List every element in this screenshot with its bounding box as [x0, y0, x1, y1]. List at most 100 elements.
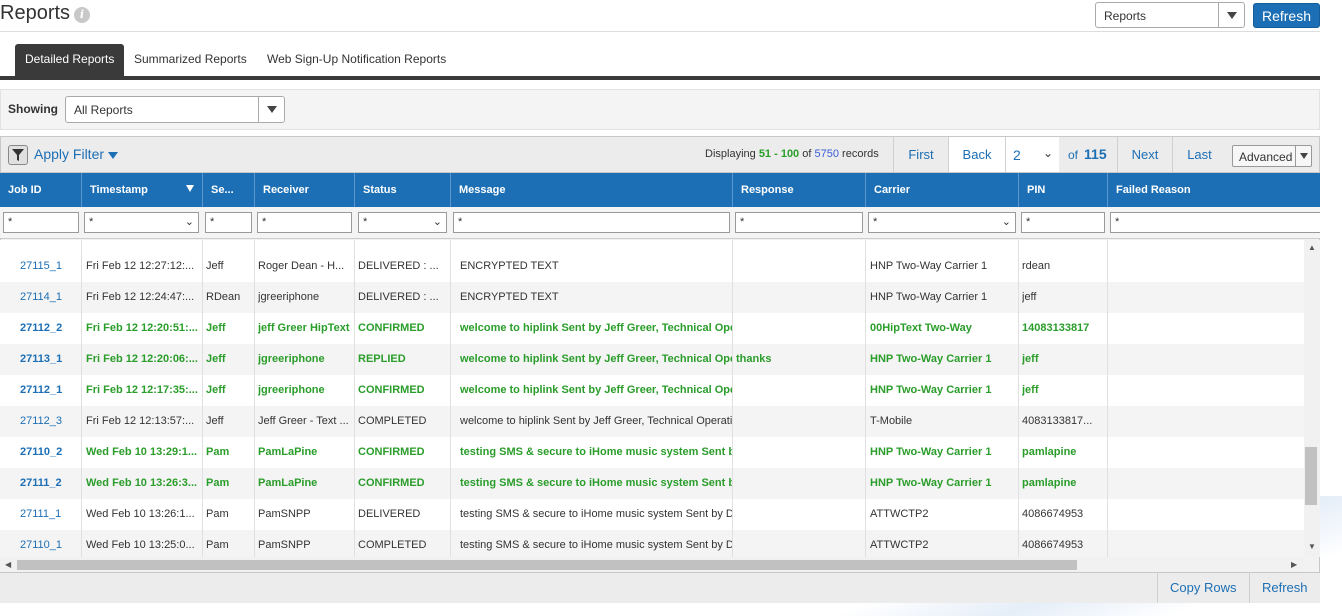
job-id-link[interactable]: 27113_1: [20, 344, 80, 375]
column-header-response[interactable]: Response: [733, 173, 866, 207]
carrier-cell: HNP Two-Way Carrier 1: [870, 477, 992, 489]
tab-detailed-reports[interactable]: Detailed Reports: [15, 44, 125, 77]
column-header-job-id[interactable]: Job ID: [0, 173, 82, 207]
filter-status[interactable]: * ⌄: [358, 212, 447, 233]
column-header-carrier[interactable]: Carrier: [866, 173, 1019, 207]
scroll-up-icon[interactable]: ▲: [1308, 243, 1316, 252]
column-header-status[interactable]: Status: [355, 173, 451, 207]
sender-cell: Pam: [206, 539, 229, 551]
job-id-link[interactable]: 27112_3: [20, 406, 80, 437]
displaying-prefix: Displaying: [705, 148, 756, 160]
footer-refresh-button[interactable]: Refresh: [1249, 572, 1320, 603]
column-divider: [354, 240, 355, 557]
next-page-button[interactable]: Next: [1117, 137, 1172, 172]
job-id-link[interactable]: 27110_1: [20, 530, 80, 557]
table-row[interactable]: 27112_2 Fri Feb 12 12:20:51:... Jeff jef…: [0, 313, 1304, 344]
column-divider: [1018, 240, 1019, 557]
filter-status-value: *: [363, 216, 368, 228]
message-cell: testing SMS & secure to iHome music syst…: [460, 446, 733, 458]
filter-failed-reason[interactable]: *: [1110, 212, 1320, 233]
vertical-scroll-thumb[interactable]: [1305, 447, 1317, 505]
filter-carrier-value: *: [873, 216, 878, 228]
failed-reason-cell: [1112, 251, 1302, 282]
receiver-cell: jgreeriphone: [258, 291, 320, 303]
vertical-scrollbar[interactable]: [1304, 240, 1320, 557]
page-number-select[interactable]: 2 ⌄: [1005, 137, 1059, 172]
column-header-failed-reason[interactable]: Failed Reason: [1108, 173, 1320, 207]
column-header-timestamp[interactable]: Timestamp: [82, 173, 203, 207]
back-page-button[interactable]: Back: [948, 137, 1005, 172]
status-cell: CONFIRMED: [358, 477, 425, 489]
record-range: 51 - 100: [758, 148, 800, 160]
apply-filter-button[interactable]: Apply Filter: [34, 146, 119, 162]
failed-reason-cell: [1112, 313, 1302, 344]
timestamp-cell: Fri Feb 12 12:20:51:...: [86, 322, 198, 334]
job-id-link[interactable]: 27115_1: [20, 251, 80, 282]
failed-reason-cell: [1112, 499, 1302, 530]
scroll-left-icon[interactable]: ◀: [5, 560, 11, 569]
report-type-select[interactable]: Reports: [1095, 2, 1245, 28]
horizontal-scroll-thumb[interactable]: [17, 560, 1077, 570]
column-divider: [450, 240, 451, 557]
table-row[interactable]: 27110_2 Wed Feb 10 13:29:1... Pam PamLaP…: [0, 437, 1304, 468]
filter-job-id[interactable]: *: [3, 212, 79, 233]
advanced-select[interactable]: Advanced: [1232, 145, 1312, 167]
filter-pin[interactable]: *: [1021, 212, 1105, 233]
job-id-link[interactable]: 27112_1: [20, 375, 80, 406]
message-cell: welcome to hiplink Sent by Jeff Greer, T…: [460, 384, 733, 396]
table-row[interactable]: 27115_1 Fri Feb 12 12:27:12:... Jeff Rog…: [0, 251, 1304, 282]
refresh-button[interactable]: Refresh: [1253, 3, 1320, 28]
job-id-link[interactable]: 27114_1: [20, 282, 80, 313]
chevron-down-icon: ⌄: [184, 216, 194, 228]
carrier-cell: HNP Two-Way Carrier 1: [870, 353, 992, 365]
column-divider: [732, 240, 733, 557]
column-header-receiver[interactable]: Receiver: [255, 173, 355, 207]
table-row[interactable]: 27112_3 Fri Feb 12 12:13:57:... Jeff Jef…: [0, 406, 1304, 437]
tab-summarized-reports[interactable]: Summarized Reports: [124, 44, 257, 77]
message-cell: testing SMS & secure to iHome music syst…: [460, 508, 733, 520]
filter-response[interactable]: *: [735, 212, 863, 233]
job-id-link[interactable]: 27112_2: [20, 313, 80, 344]
failed-reason-cell: [1112, 437, 1302, 468]
response-cell: [736, 313, 864, 344]
column-divider: [254, 240, 255, 557]
info-icon[interactable]: i: [74, 7, 90, 23]
last-page-button[interactable]: Last: [1172, 137, 1226, 172]
timestamp-cell: Fri Feb 12 12:27:12:...: [86, 260, 195, 272]
showing-select[interactable]: All Reports: [65, 96, 285, 123]
filter-receiver[interactable]: *: [257, 212, 352, 233]
header-divider: [0, 31, 1320, 32]
scroll-right-icon[interactable]: ▶: [1291, 560, 1297, 569]
table-row[interactable]: 27111_1 Wed Feb 10 13:26:1... Pam PamSNP…: [0, 499, 1304, 530]
carrier-cell: HNP Two-Way Carrier 1: [870, 384, 992, 396]
grid-body: 27115_1 Fri Feb 12 12:27:12:... Jeff Rog…: [0, 240, 1304, 557]
scroll-down-icon[interactable]: ▼: [1308, 542, 1316, 551]
table-row[interactable]: 27112_1 Fri Feb 12 12:17:35:... Jeff jgr…: [0, 375, 1304, 406]
filter-timestamp[interactable]: * ⌄: [84, 212, 199, 233]
status-cell: COMPLETED: [358, 539, 427, 551]
table-row[interactable]: 27113_1 Fri Feb 12 12:20:06:... Jeff jgr…: [0, 344, 1304, 375]
filter-icon[interactable]: [8, 145, 28, 165]
timestamp-cell: Fri Feb 12 12:13:57:...: [86, 415, 195, 427]
job-id-link[interactable]: 27111_1: [20, 499, 80, 530]
timestamp-cell: Fri Feb 12 12:17:35:...: [86, 384, 198, 396]
timestamp-cell: Wed Feb 10 13:26:3...: [86, 477, 198, 489]
job-id-link[interactable]: 27110_2: [20, 437, 80, 468]
column-header-pin[interactable]: PIN: [1019, 173, 1108, 207]
table-row[interactable]: 27110_1 Wed Feb 10 13:25:0... Pam PamSNP…: [0, 530, 1304, 557]
tab-bar-line: [0, 76, 1320, 80]
response-cell: [736, 251, 864, 282]
filter-sender[interactable]: *: [205, 212, 252, 233]
table-row[interactable]: 27111_2 Wed Feb 10 13:26:3... Pam PamLaP…: [0, 468, 1304, 499]
filter-carrier[interactable]: * ⌄: [868, 212, 1016, 233]
tab-web-signup-reports[interactable]: Web Sign-Up Notification Reports: [257, 44, 456, 77]
carrier-cell: ATTWCTP2: [870, 539, 929, 551]
copy-rows-button[interactable]: Copy Rows: [1157, 572, 1248, 603]
column-header-message[interactable]: Message: [451, 173, 733, 207]
column-header-sender[interactable]: Se...: [203, 173, 255, 207]
filter-message[interactable]: *: [453, 212, 730, 233]
table-row[interactable]: 27114_1 Fri Feb 12 12:24:47:... RDean jg…: [0, 282, 1304, 313]
first-page-button[interactable]: First: [893, 137, 948, 172]
failed-reason-cell: [1112, 282, 1302, 313]
job-id-link[interactable]: 27111_2: [20, 468, 80, 499]
